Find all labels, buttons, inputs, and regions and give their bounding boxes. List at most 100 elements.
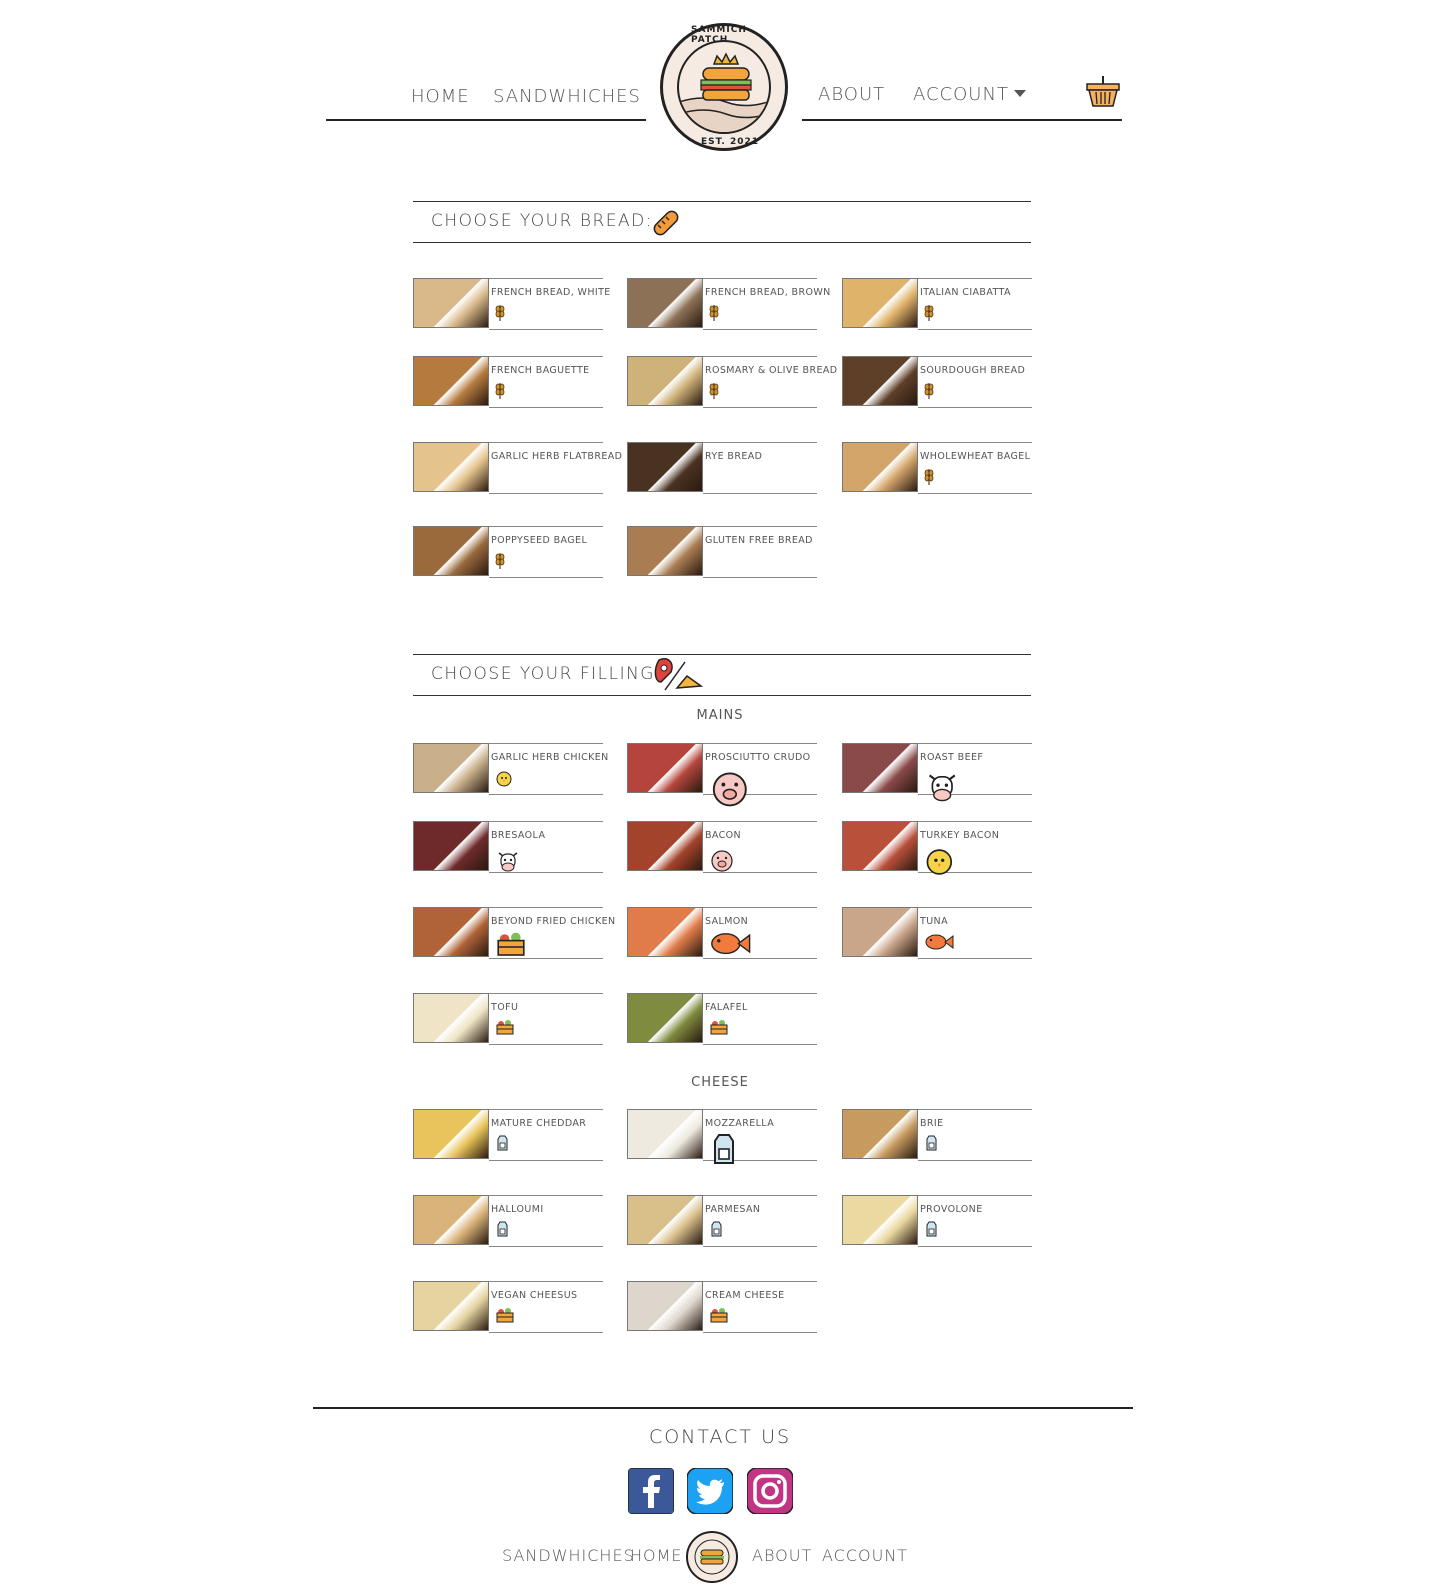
veg-icon <box>495 1307 515 1327</box>
item-card[interactable]: POPPYSEED BAGEL <box>413 526 603 578</box>
item-card[interactable]: BRESAOLA <box>413 821 603 873</box>
item-name: FRENCH BAGUETTE <box>491 365 590 376</box>
basket-icon[interactable] <box>1085 74 1121 108</box>
twitter-icon[interactable] <box>687 1468 733 1514</box>
footer-account-link[interactable]: ACCOUNT <box>822 1546 908 1565</box>
item-photo <box>842 1109 918 1159</box>
item-card[interactable]: MATURE CHEDDAR <box>413 1109 603 1161</box>
item-name: PROVOLONE <box>920 1204 983 1215</box>
contact-us-heading: CONTACT US <box>648 1426 792 1448</box>
item-name: BACON <box>705 830 742 841</box>
pig-icon <box>709 767 751 815</box>
item-name: TUNA <box>920 916 948 927</box>
milk-icon <box>709 1133 737 1173</box>
veg-icon <box>709 1307 729 1327</box>
instagram-icon[interactable] <box>747 1468 793 1514</box>
item-card[interactable]: PROSCIUTTO CRUDO <box>627 743 817 807</box>
item-name: CREAM CHEESE <box>705 1290 785 1301</box>
bread-icon <box>653 210 679 236</box>
item-card[interactable]: TURKEY BACON <box>842 821 1032 875</box>
item-card[interactable]: GLUTEN FREE BREAD <box>627 526 817 578</box>
logo-emblem <box>677 40 771 134</box>
footer-logo[interactable] <box>686 1531 738 1583</box>
item-name: TOFU <box>491 1002 519 1013</box>
item-photo <box>842 278 918 328</box>
item-card[interactable]: FRENCH BREAD, WHITE <box>413 278 610 330</box>
item-card[interactable]: TOFU <box>413 993 603 1045</box>
item-photo <box>413 356 489 406</box>
item-frame <box>703 442 817 494</box>
bread-section-title: CHOOSE YOUR BREAD: <box>431 211 653 231</box>
site-logo[interactable]: SAMMICH PATCH EST. 2021 <box>660 23 788 151</box>
facebook-icon[interactable] <box>628 1468 674 1514</box>
item-card[interactable]: FRENCH BAGUETTE <box>413 356 603 408</box>
wheat-icon <box>924 468 934 490</box>
item-photo <box>842 442 918 492</box>
item-name: RYE BREAD <box>705 451 763 462</box>
item-card[interactable]: BRIE <box>842 1109 1032 1161</box>
item-name: FRENCH BREAD, WHITE <box>491 287 611 298</box>
item-card[interactable]: TUNA <box>842 907 1032 959</box>
item-photo <box>627 278 703 328</box>
cheese-label: CHEESE <box>691 1075 749 1090</box>
item-photo <box>842 907 918 957</box>
item-card[interactable]: ITALIAN CIABATTA <box>842 278 1032 330</box>
nav-home-link[interactable]: HOME <box>411 86 470 107</box>
item-card[interactable]: MOZZARELLA <box>627 1109 817 1164</box>
item-name: ROAST BEEF <box>920 752 984 763</box>
item-name: ROSMARY & OLIVE BREAD <box>705 365 838 376</box>
logo-top-text: SAMMICH PATCH <box>691 25 747 45</box>
nav-sandwiches-link[interactable]: SANDWHICHES <box>493 86 641 107</box>
item-card[interactable]: SOURDOUGH BREAD <box>842 356 1032 408</box>
item-frame <box>489 356 603 408</box>
item-photo <box>842 1195 918 1245</box>
item-photo <box>413 1281 489 1331</box>
item-card[interactable]: BEYOND FRIED CHICKEN <box>413 907 615 959</box>
nav-account-link[interactable]: ACCOUNT <box>913 84 1026 105</box>
pig-icon <box>709 847 735 877</box>
item-name: POPPYSEED BAGEL <box>491 535 588 546</box>
item-frame <box>489 278 603 330</box>
item-name: MOZZARELLA <box>705 1118 775 1129</box>
item-card[interactable]: FALAFEL <box>627 993 817 1045</box>
item-card[interactable]: SALMON <box>627 907 817 959</box>
item-card[interactable]: GARLIC HERB CHICKEN <box>413 743 608 795</box>
item-card[interactable]: HALLOUMI <box>413 1195 603 1247</box>
item-card[interactable]: RYE BREAD <box>627 442 817 494</box>
item-name: BRIE <box>920 1118 944 1129</box>
bread-section-header: CHOOSE YOUR BREAD: <box>413 201 1031 243</box>
item-card[interactable]: WHOLEWHEAT BAGEL <box>842 442 1032 494</box>
item-photo <box>627 821 703 871</box>
wheat-icon <box>495 382 505 404</box>
item-photo <box>413 907 489 957</box>
item-name: TURKEY BACON <box>920 830 1000 841</box>
chick-icon <box>924 845 955 882</box>
item-photo <box>627 356 703 406</box>
item-photo <box>627 993 703 1043</box>
item-frame <box>489 442 603 494</box>
footer-about-link[interactable]: ABOUT <box>752 1546 812 1565</box>
item-card[interactable]: FRENCH BREAD, BROWN <box>627 278 830 330</box>
item-card[interactable]: PARMESAN <box>627 1195 817 1247</box>
footer-home-link[interactable]: HOME <box>630 1546 683 1565</box>
wheat-icon <box>709 304 719 326</box>
item-card[interactable]: PROVOLONE <box>842 1195 1032 1247</box>
nav-about-link[interactable]: ABOUT <box>818 84 885 105</box>
item-photo <box>413 442 489 492</box>
item-card[interactable]: ROAST BEEF <box>842 743 1032 802</box>
item-name: SALMON <box>705 916 749 927</box>
item-photo <box>627 743 703 793</box>
fish-icon <box>924 933 954 955</box>
item-photo <box>413 1109 489 1159</box>
item-card[interactable]: CREAM CHEESE <box>627 1281 817 1333</box>
footer-sandwiches-link[interactable]: SANDWHICHES <box>502 1546 635 1565</box>
item-name: PROSCIUTTO CRUDO <box>705 752 811 763</box>
mains-label: MAINS <box>696 708 744 723</box>
item-card[interactable]: VEGAN CHEESUS <box>413 1281 603 1333</box>
item-card[interactable]: GARLIC HERB FLATBREAD <box>413 442 622 494</box>
item-card[interactable]: BACON <box>627 821 817 873</box>
item-card[interactable]: ROSMARY & OLIVE BREAD <box>627 356 837 408</box>
item-frame <box>918 278 1032 330</box>
wheat-icon <box>924 304 934 326</box>
item-photo <box>627 1109 703 1159</box>
